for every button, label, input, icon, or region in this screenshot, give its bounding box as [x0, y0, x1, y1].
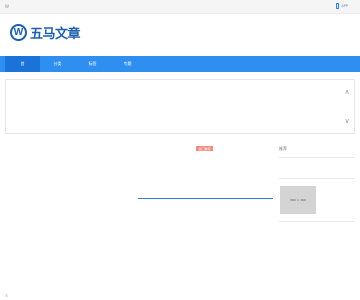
mobile-app-label: APP — [341, 4, 348, 8]
chevron-up-icon[interactable]: ∧ — [344, 89, 350, 96]
topbar-left-text: W — [5, 4, 9, 9]
footer-text: © — [5, 294, 9, 298]
banner-slider: ∧ ∨ — [5, 79, 355, 134]
content-divider — [138, 198, 273, 199]
logo-text: 五马文章 — [30, 27, 81, 42]
nav-item-1[interactable]: 分类 — [40, 56, 75, 72]
site-header: W 五马文章 — [0, 14, 360, 56]
nav-item-home[interactable]: 首 — [5, 56, 40, 72]
sidebar-divider — [279, 221, 355, 222]
mobile-app-link[interactable]: APP — [336, 3, 348, 9]
logo-mark-letter: W — [13, 26, 24, 38]
hot-tag-badge[interactable]: 热门推荐 — [196, 146, 213, 151]
main-nav: 首 分类 标签 专题 — [0, 56, 360, 72]
site-logo[interactable]: W 五马文章 — [10, 23, 81, 42]
nav-item-2[interactable]: 标签 — [75, 56, 110, 72]
sidebar-divider — [279, 178, 355, 179]
ad-placeholder[interactable]: 300 × 300 — [280, 186, 316, 214]
sidebar-divider — [279, 157, 355, 158]
phone-icon — [336, 3, 340, 9]
top-bar: W APP — [0, 0, 360, 14]
nav-item-3[interactable]: 专题 — [110, 56, 145, 72]
sidebar-title: 推荐 — [279, 146, 287, 151]
logo-mark-icon: W — [10, 24, 27, 41]
chevron-down-icon[interactable]: ∨ — [344, 118, 350, 125]
sidebar: 推荐 300 × 300 — [279, 146, 355, 222]
